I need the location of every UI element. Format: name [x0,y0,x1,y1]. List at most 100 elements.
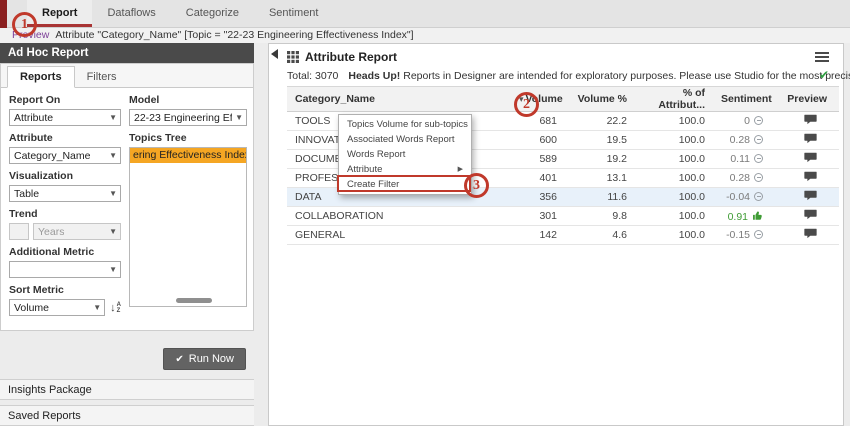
thumbs-up-icon [752,210,763,221]
sentiment-cell: 0.28 [713,131,771,150]
check-icon [175,353,188,365]
chevron-down-icon: ▼ [109,151,117,160]
menu-icon[interactable] [815,52,829,62]
preview-cell[interactable] [771,207,839,226]
brand-strip [0,0,7,28]
header-category-name[interactable]: Category_Name [287,87,511,112]
neutral-sentiment-icon [754,173,763,182]
volume-cell: 142 [511,226,565,245]
tab-dataflows[interactable]: Dataflows [92,0,170,27]
neutral-sentiment-icon [754,154,763,163]
volume-cell: 600 [511,131,565,150]
volume-cell: 356 [511,188,565,207]
attribute-select[interactable]: Category_Name▼ [9,147,121,164]
comment-icon[interactable] [804,133,817,144]
comment-icon[interactable] [804,114,817,125]
tab-filters[interactable]: Filters [75,67,129,87]
chevron-down-icon: ▼ [109,189,117,198]
report-form: Report On Attribute▼ Attribute Category_… [9,92,121,316]
header-attr-pct[interactable]: % of Attribut... [635,87,713,112]
volume-pct-cell: 4.6 [565,226,635,245]
preview-cell[interactable] [771,150,839,169]
attr-pct-cell: 100.0 [635,207,713,226]
tab-reports[interactable]: Reports [7,66,75,88]
attr-pct-cell: 100.0 [635,226,713,245]
annotation-circle-2: 2 [514,92,539,117]
additional-metric-select[interactable]: ▼ [9,261,121,278]
trend-value-input[interactable] [9,223,29,240]
preview-cell[interactable] [771,226,839,245]
menu-item-associated-words[interactable]: Associated Words Report [339,132,471,147]
sort-metric-select[interactable]: Volume▼ [9,299,105,316]
chevron-down-icon: ▼ [93,303,101,312]
volume-pct-cell: 9.8 [565,207,635,226]
sentiment-value: 0.28 [730,172,750,184]
sort-metric-label: Sort Metric [9,284,121,296]
header-volume-pct[interactable]: Volume % [565,87,635,112]
tab-categorize[interactable]: Categorize [171,0,254,27]
table-row[interactable]: COLLABORATION 301 9.8 100.0 0.91 [287,207,839,226]
menu-item-words-report[interactable]: Words Report [339,147,471,162]
attribute-report-panel: Attribute Report Total: 3070Heads Up! Re… [268,43,844,426]
preview-cell[interactable] [771,112,839,131]
chevron-down-icon: ▼ [235,113,243,122]
comment-icon[interactable] [804,228,817,239]
attr-pct-cell: 100.0 [635,169,713,188]
volume-pct-cell: 22.2 [565,112,635,131]
horizontal-scrollbar[interactable] [176,298,212,303]
comment-icon[interactable] [804,152,817,163]
model-select[interactable]: 22-23 Engineering Effectiv▼ [129,109,247,126]
app-screen: Report Dataflows Categorize Sentiment Pr… [0,0,850,426]
collapse-panel-icon[interactable] [271,49,278,59]
topics-tree: ering Effectiveness Index [129,147,247,307]
sentiment-cell: -0.15 [713,226,771,245]
header-sentiment[interactable]: Sentiment [713,87,771,112]
sentiment-value: 0 [744,115,750,127]
panel-body: Reports Filters Report On Attribute▼ Att… [0,63,254,331]
neutral-sentiment-icon [754,116,763,125]
section-insights-package[interactable]: Insights Package [0,379,254,400]
volume-pct-cell: 19.2 [565,150,635,169]
sort-az-icon[interactable]: ↓AZ [110,302,121,314]
volume-pct-cell: 13.1 [565,169,635,188]
preview-cell[interactable] [771,131,839,150]
comment-icon[interactable] [804,171,817,182]
comment-icon[interactable] [804,190,817,201]
annotation-circle-3: 3 [464,173,489,198]
preview-cell[interactable] [771,188,839,207]
section-saved-reports[interactable]: Saved Reports [0,405,254,426]
run-now-button[interactable]: Run Now [163,348,246,370]
table-header-row: Category_Name ▾Volume Volume % % of Attr… [287,87,839,112]
volume-cell: 401 [511,169,565,188]
comment-icon[interactable] [804,209,817,220]
visualization-select[interactable]: Table▼ [9,185,121,202]
panel-tabs: Reports Filters [1,64,253,88]
report-on-select[interactable]: Attribute▼ [9,109,121,126]
sentiment-cell: 0 [713,112,771,131]
menu-item-topics-volume[interactable]: Topics Volume for sub-topics [339,117,471,132]
breadcrumb-path: Attribute "Category_Name" [Topic = "22-2… [55,29,413,41]
topics-tree-selected-item[interactable]: ering Effectiveness Index [130,148,246,163]
category-cell[interactable]: GENERAL [287,226,511,245]
annotation-circle-1: 1 [12,12,37,37]
attribute-label: Attribute [9,132,121,144]
success-check-icon [819,68,829,82]
report-title: Attribute Report [305,50,397,64]
trend-unit-select[interactable]: Years▼ [33,223,121,240]
chevron-down-icon: ▼ [109,113,117,122]
volume-pct-cell: 11.6 [565,188,635,207]
table-row[interactable]: GENERAL 142 4.6 100.0 -0.15 [287,226,839,245]
notice-text: Reports in Designer are intended for exp… [403,70,850,82]
header-preview[interactable]: Preview [771,87,839,112]
tab-sentiment[interactable]: Sentiment [254,0,334,27]
report-info-line: Total: 3070Heads Up! Reports in Designer… [287,70,850,82]
chevron-down-icon: ▼ [109,227,117,236]
trend-label: Trend [9,208,121,220]
ad-hoc-report-panel: Ad Hoc Report Reports Filters Report On … [0,43,254,426]
volume-cell: 301 [511,207,565,226]
neutral-sentiment-icon [754,192,763,201]
chevron-down-icon: ▼ [109,265,117,274]
category-cell[interactable]: COLLABORATION [287,207,511,226]
preview-cell[interactable] [771,169,839,188]
model-form: Model 22-23 Engineering Effectiv▼ Topics… [129,92,247,307]
